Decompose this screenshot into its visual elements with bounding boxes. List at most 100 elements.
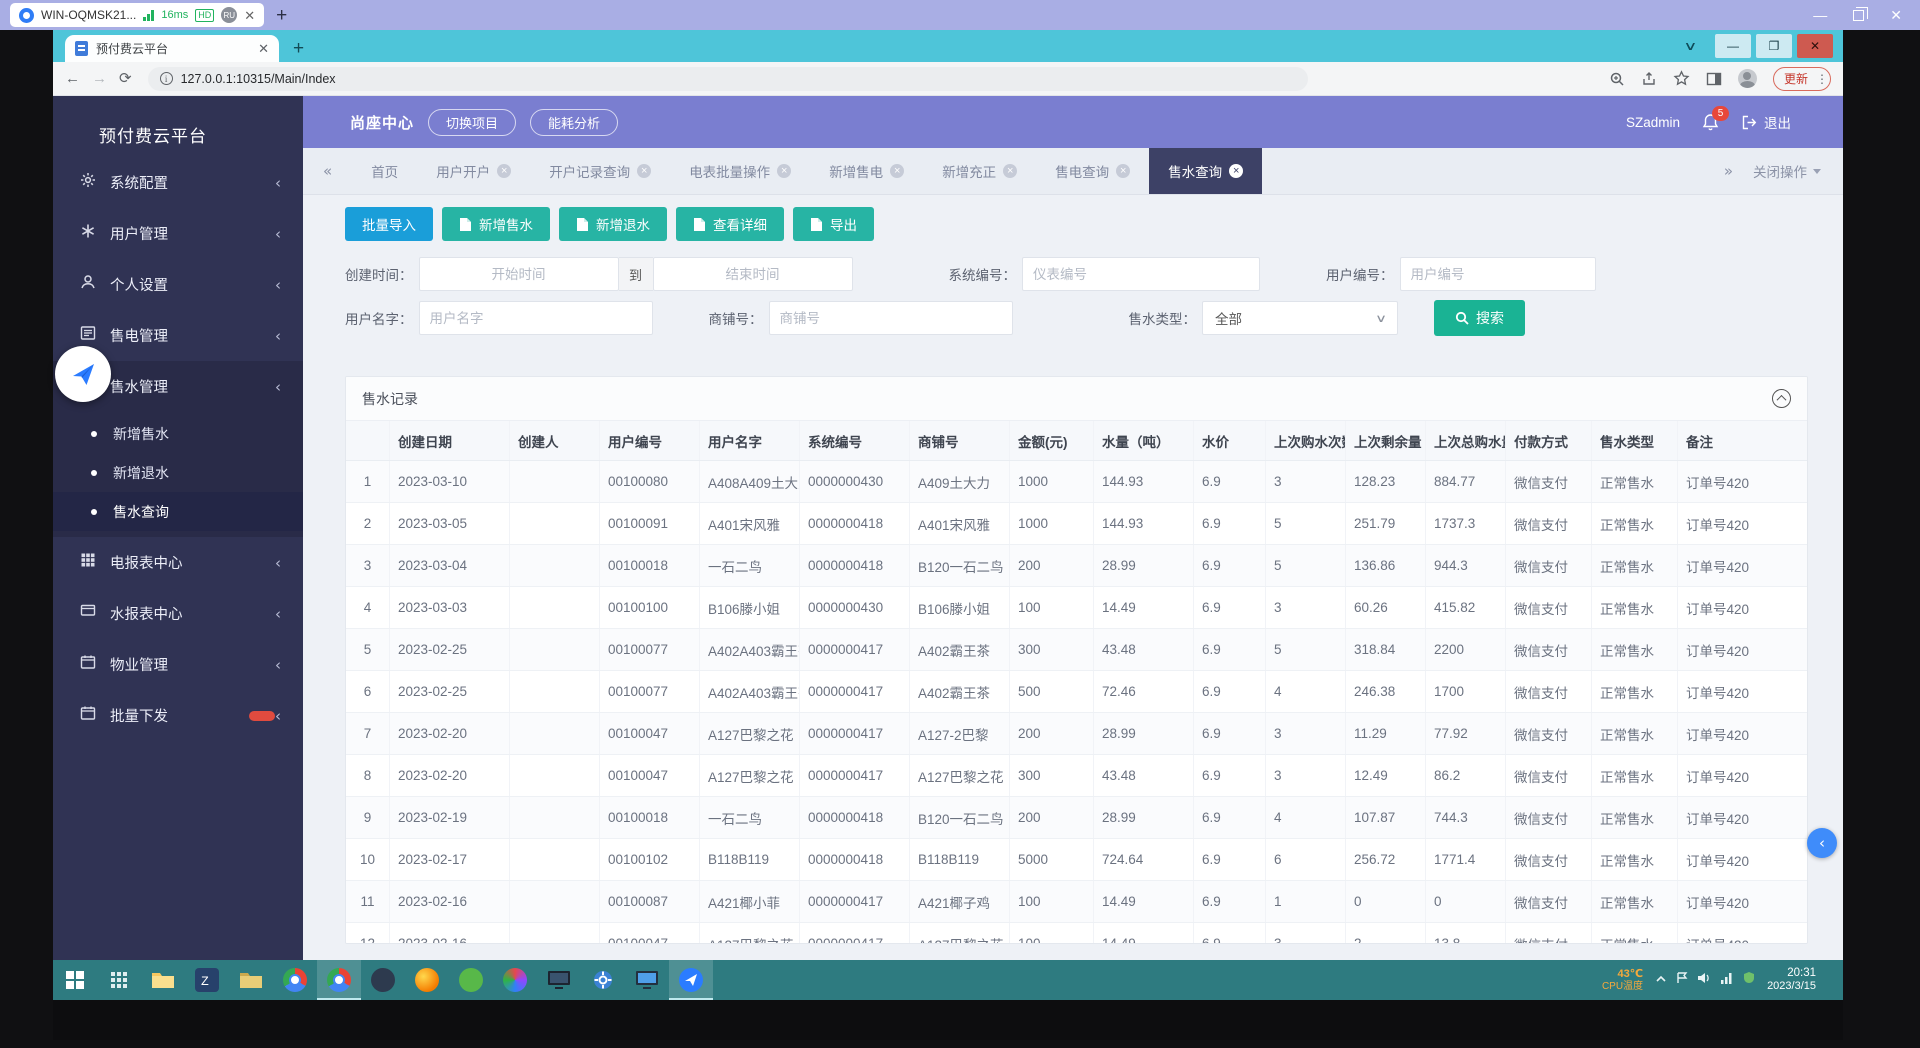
tab-新增充正[interactable]: 新增充正× bbox=[923, 148, 1036, 194]
browser-restore-button[interactable]: ❐ bbox=[1756, 34, 1792, 58]
forward-icon[interactable]: → bbox=[92, 71, 107, 86]
table-row[interactable]: 92023-02-1900100018一石二鸟0000000418B120一石二… bbox=[346, 797, 1807, 839]
remote-tool-floating-ball[interactable] bbox=[55, 346, 111, 402]
task-view-button[interactable] bbox=[97, 960, 141, 1000]
tab-close-icon[interactable]: × bbox=[890, 164, 904, 178]
tab-close-icon[interactable]: × bbox=[1003, 164, 1017, 178]
remote-new-tab-button[interactable]: + bbox=[276, 6, 287, 25]
table-row[interactable]: 72023-02-2000100047A127巴黎之花0000000417A12… bbox=[346, 713, 1807, 755]
batch-import-button[interactable]: 批量导入 bbox=[345, 207, 433, 241]
taskbar-app-firefox[interactable] bbox=[405, 960, 449, 1000]
search-button[interactable]: 搜索 bbox=[1434, 300, 1525, 336]
tab-close-icon[interactable]: × bbox=[497, 164, 511, 178]
table-row[interactable]: 122023-02-1600100047A127巴黎之花0000000417A1… bbox=[346, 923, 1807, 943]
notification-bell[interactable]: 5 bbox=[1702, 113, 1719, 131]
sidebar-item-electric-report-center[interactable]: 电报表中心 ‹ bbox=[53, 537, 303, 588]
browser-tab[interactable]: 预付费云平台 ✕ bbox=[65, 35, 279, 62]
view-details-button[interactable]: 查看详细 bbox=[676, 207, 784, 241]
taskbar-app-wechat[interactable] bbox=[449, 960, 493, 1000]
profile-avatar[interactable] bbox=[1738, 69, 1757, 88]
taskbar-app-settings[interactable] bbox=[581, 960, 625, 1000]
browser-minimize-button[interactable]: — bbox=[1715, 34, 1751, 58]
table-row[interactable]: 112023-02-1600100087A421椰小菲0000000417A42… bbox=[346, 881, 1807, 923]
new-water-sale-button[interactable]: 新增售水 bbox=[442, 207, 550, 241]
taskbar-app-messenger[interactable] bbox=[361, 960, 405, 1000]
sidebar-item-user-management[interactable]: 用户管理 ‹ bbox=[53, 208, 303, 259]
tab-售电查询[interactable]: 售电查询× bbox=[1036, 148, 1149, 194]
tab-close-icon[interactable]: × bbox=[777, 164, 791, 178]
switch-project-button[interactable]: 切换项目 bbox=[428, 109, 516, 136]
zoom-icon[interactable] bbox=[1609, 71, 1625, 87]
table-row[interactable]: 62023-02-2500100077A402A403霸王茶0000000417… bbox=[346, 671, 1807, 713]
remote-tab-close-icon[interactable]: ✕ bbox=[244, 9, 255, 22]
tab-开户记录查询[interactable]: 开户记录查询× bbox=[530, 148, 670, 194]
table-row[interactable]: 52023-02-2500100077A402A403霸王茶0000000417… bbox=[346, 629, 1807, 671]
browser-new-tab-button[interactable]: + bbox=[293, 39, 304, 62]
sidebar-item-water-report-center[interactable]: 水报表中心 ‹ bbox=[53, 588, 303, 639]
tray-volume-icon[interactable] bbox=[1697, 971, 1711, 989]
new-water-refund-button[interactable]: 新增退水 bbox=[559, 207, 667, 241]
user-no-input[interactable] bbox=[1400, 257, 1596, 291]
tray-shield-icon[interactable] bbox=[1743, 971, 1755, 989]
toolbar-collapse-icon[interactable]: ∨ bbox=[1684, 39, 1698, 53]
browser-close-button[interactable]: ✕ bbox=[1797, 34, 1833, 58]
bookmark-star-icon[interactable] bbox=[1673, 70, 1690, 87]
table-row[interactable]: 82023-02-2000100047A127巴黎之花0000000417A12… bbox=[346, 755, 1807, 797]
tabs-scroll-right-icon[interactable]: » bbox=[1704, 162, 1753, 180]
taskbar-app-color-app[interactable] bbox=[493, 960, 537, 1000]
tab-close-icon[interactable]: × bbox=[637, 164, 651, 178]
table-row[interactable]: 12023-03-1000100080A408A409土大力0000000430… bbox=[346, 461, 1807, 503]
taskbar-app-display[interactable] bbox=[537, 960, 581, 1000]
tab-售水查询[interactable]: 售水查询× bbox=[1149, 148, 1262, 194]
taskbar-app-chrome-active[interactable] bbox=[317, 960, 361, 1000]
tab-电表批量操作[interactable]: 电表批量操作× bbox=[670, 148, 810, 194]
shop-no-input[interactable] bbox=[769, 301, 1013, 335]
browser-tab-close-icon[interactable]: ✕ bbox=[258, 41, 269, 57]
collapse-panel-icon[interactable] bbox=[1772, 389, 1791, 408]
tray-network-icon[interactable] bbox=[1720, 971, 1734, 989]
taskbar-app-terminal[interactable]: Z bbox=[185, 960, 229, 1000]
taskbar-app-chrome[interactable] bbox=[273, 960, 317, 1000]
tab-close-icon[interactable]: × bbox=[1229, 164, 1243, 178]
cpu-temperature-widget[interactable]: 43℃ CPU温度 bbox=[1602, 968, 1643, 992]
close-operations-dropdown[interactable]: 关闭操作 bbox=[1753, 161, 1843, 181]
sidebar-item-personal-settings[interactable]: 个人设置 ‹ bbox=[53, 259, 303, 310]
floating-collapse-handle[interactable]: ‹ bbox=[1807, 828, 1837, 858]
remote-session-tab[interactable]: WIN-OQMSK21... 16ms HD RU ✕ bbox=[10, 3, 264, 27]
taskbar-clock[interactable]: 20:31 2023/3/15 bbox=[1767, 966, 1816, 994]
tab-首页[interactable]: 首页 bbox=[352, 148, 417, 194]
table-row[interactable]: 22023-03-0500100091A401宋风雅0000000418A401… bbox=[346, 503, 1807, 545]
reload-icon[interactable]: ⟳ bbox=[119, 71, 132, 86]
tab-用户开户[interactable]: 用户开户× bbox=[417, 148, 530, 194]
table-row[interactable]: 42023-03-0300100100B106滕小姐0000000430B106… bbox=[346, 587, 1807, 629]
energy-analysis-button[interactable]: 能耗分析 bbox=[530, 109, 618, 136]
update-button[interactable]: 更新 ⋮ bbox=[1773, 67, 1831, 91]
address-bar[interactable]: i 127.0.0.1:10315/Main/Index bbox=[148, 67, 1308, 91]
taskbar-app-files[interactable] bbox=[229, 960, 273, 1000]
system-no-input[interactable] bbox=[1022, 257, 1260, 291]
sidebar-subitem-new-water-sale[interactable]: 新增售水 bbox=[53, 414, 303, 453]
table-row[interactable]: 102023-02-1700100102B118B1190000000418B1… bbox=[346, 839, 1807, 881]
taskbar-app-monitor2[interactable] bbox=[625, 960, 669, 1000]
start-button[interactable] bbox=[53, 960, 97, 1000]
remote-minimize-button[interactable]: — bbox=[1813, 8, 1827, 22]
tray-flag-icon[interactable] bbox=[1676, 971, 1688, 989]
sidebar-subitem-water-sale-query[interactable]: 售水查询 bbox=[53, 492, 303, 531]
end-time-input[interactable] bbox=[653, 257, 853, 291]
tray-hidden-icons-caret[interactable] bbox=[1655, 971, 1667, 989]
export-button[interactable]: 导出 bbox=[793, 207, 874, 241]
remote-close-button[interactable]: ✕ bbox=[1890, 8, 1902, 22]
tab-新增售电[interactable]: 新增售电× bbox=[810, 148, 923, 194]
sidebar-subitem-new-water-refund[interactable]: 新增退水 bbox=[53, 453, 303, 492]
water-sale-type-select[interactable]: 全部 ∨ bbox=[1202, 301, 1398, 335]
tabs-scroll-left-icon[interactable]: « bbox=[303, 162, 352, 180]
taskbar-app-file-explorer[interactable] bbox=[141, 960, 185, 1000]
side-panel-icon[interactable] bbox=[1706, 71, 1722, 87]
user-name-input[interactable] bbox=[419, 301, 653, 335]
remote-restore-button[interactable] bbox=[1853, 10, 1864, 21]
start-time-input[interactable] bbox=[419, 257, 619, 291]
logout-button[interactable]: 退出 bbox=[1741, 112, 1791, 132]
sidebar-item-system-config[interactable]: 系统配置 ‹ bbox=[53, 157, 303, 208]
browser-menu-dots-icon[interactable]: ⋮ bbox=[1816, 77, 1820, 81]
site-info-icon[interactable]: i bbox=[160, 72, 173, 85]
